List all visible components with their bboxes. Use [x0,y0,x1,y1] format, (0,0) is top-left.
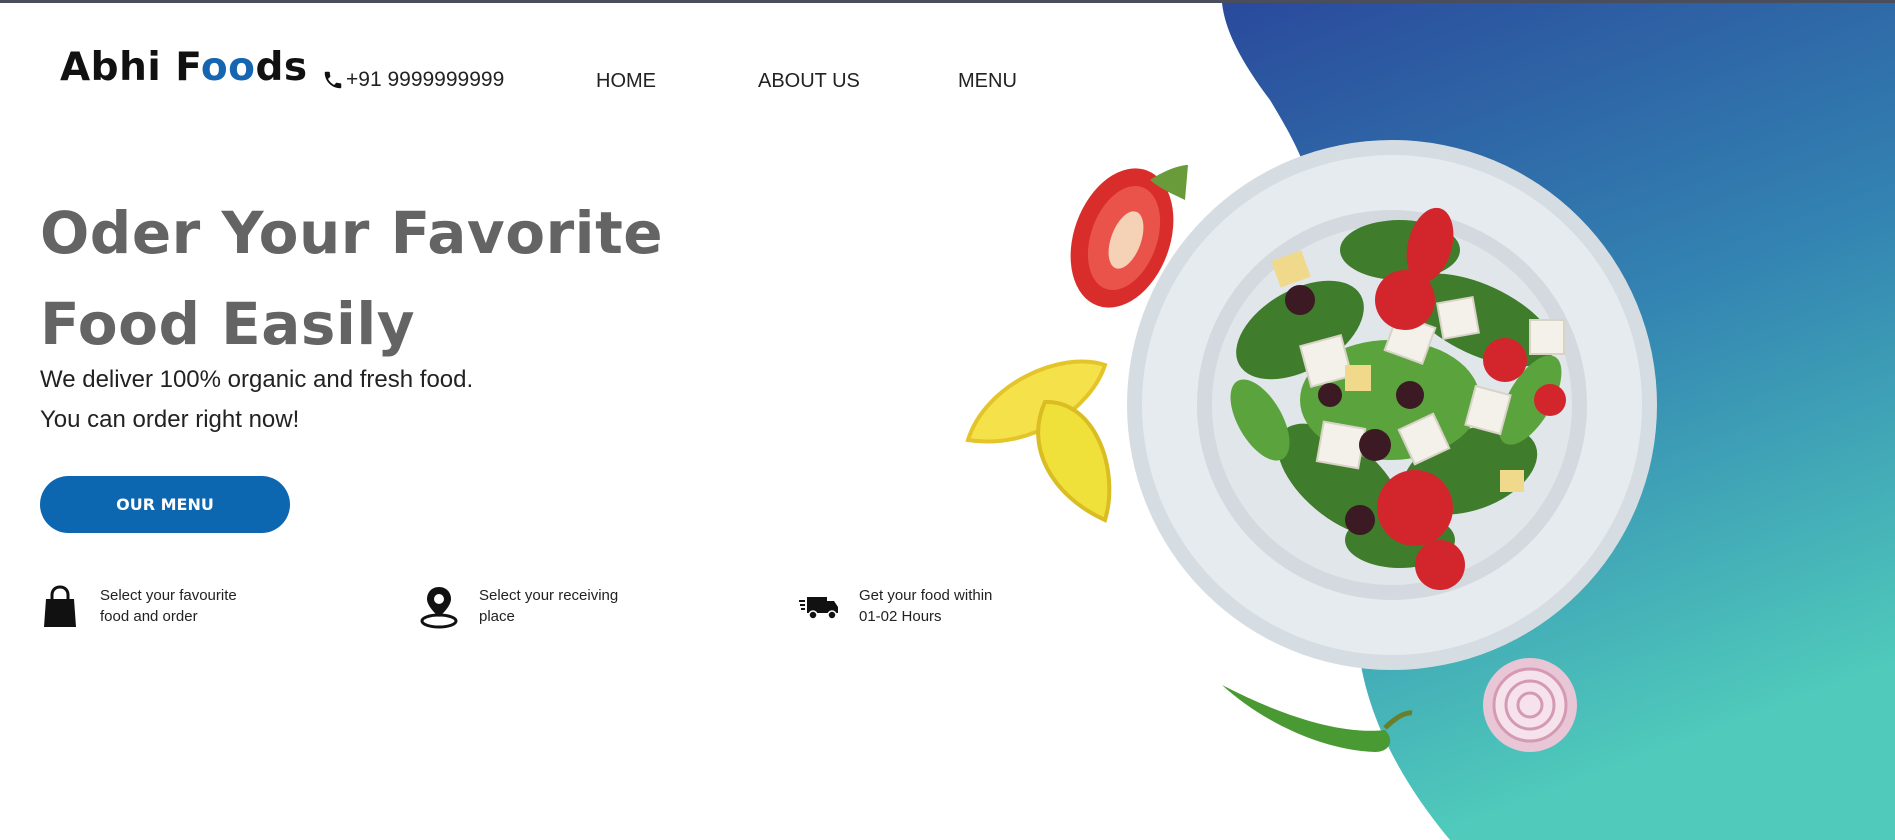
hero-subtitle-line2: You can order right now! [40,406,300,433]
feature-line2: place [479,608,515,625]
feature-select-food: Select your favourite food and order [40,585,270,629]
feature-text: Select your favourite food and order [100,585,270,627]
logo-text-accent: oo [200,45,256,90]
hero-subtitle-line1: We deliver 100% organic and fresh food. [40,366,474,393]
feature-line1: Select your receiving [479,587,619,604]
hero-headline: Oder Your Favorite Food Easily [40,188,740,370]
feature-line2: 01-02 Hours [859,608,942,625]
phone-number: +91 9999999999 [346,68,505,91]
location-pin-icon [420,587,458,629]
feature-line2: food and order [100,608,198,625]
site-logo[interactable]: Abhi Foods [60,45,308,90]
feature-line1: Select your favourite [100,587,237,604]
feature-text: Select your receiving place [479,585,649,627]
nav-about-us-link[interactable]: ABOUT US [758,70,860,93]
nav-home-link[interactable]: HOME [596,70,656,93]
lemon-wedges-image [965,359,1112,523]
onion-slice-image [1483,658,1577,752]
our-menu-button[interactable]: OUR MENU [40,476,290,533]
shopping-bag-icon [44,585,76,627]
feature-line1: Get your food within [859,587,993,604]
feature-text: Get your food within 01-02 Hours [859,585,1029,627]
hero-subtitle: We deliver 100% organic and fresh food. … [40,360,473,440]
hero-headline-line1: Oder Your Favorite [40,199,664,267]
phone-icon [324,71,342,89]
nav-menu-link[interactable]: MENU [958,70,1017,93]
hero-headline-line2: Food Easily [40,290,416,358]
feature-delivery-time: Get your food within 01-02 Hours [799,585,1029,629]
salad-plate-image [1127,140,1657,670]
feature-receiving-place: Select your receiving place [419,585,649,629]
green-chili-image [1222,685,1413,752]
delivery-truck-icon [799,597,838,620]
logo-text-suffix: ds [255,45,308,90]
logo-text-prefix: Abhi F [60,45,201,90]
phone-contact[interactable]: +91 9999999999 [322,68,504,92]
